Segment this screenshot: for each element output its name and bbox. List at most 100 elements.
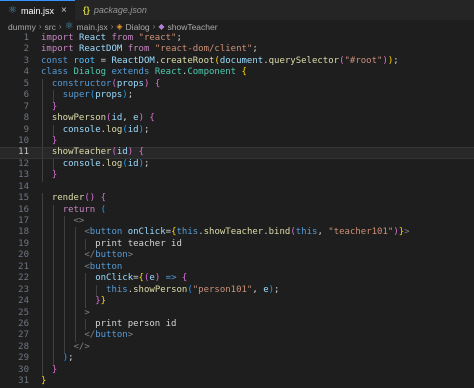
line-number: 6 [23, 90, 29, 101]
code-token: root [73, 55, 101, 66]
line-number: 17 [18, 216, 29, 226]
code-line[interactable]: 5 constructor(props) { [0, 78, 474, 91]
close-icon[interactable]: × [61, 5, 67, 16]
code-token: ) [143, 78, 155, 89]
code-text: showTeacher(id) { [41, 148, 144, 157]
line-number: 3 [23, 55, 29, 66]
code-line[interactable]: 3 const root = ReactDOM.createRoot(docume… [0, 56, 474, 67]
code-token: id [111, 113, 123, 124]
code-token: props [95, 90, 123, 101]
breadcrumb-item-class[interactable]: Dialog [126, 22, 150, 32]
code-token: constructor [51, 78, 112, 89]
code-line[interactable]: 4 class Dialog extends React.Component { [0, 67, 474, 78]
code-line[interactable]: 18 <button onClick={this.showTeacher.bin… [0, 227, 474, 239]
code-line[interactable]: 31} [0, 376, 474, 387]
line-number: 18 [18, 227, 29, 238]
code-token: ; [68, 353, 74, 364]
code-text: } [41, 365, 57, 376]
code-line[interactable]: 26 print person id [0, 318, 474, 331]
code-line[interactable]: 28 </> [0, 341, 474, 354]
code-line[interactable]: 30 } [0, 364, 474, 377]
line-number: 21 [18, 261, 29, 272]
code-line[interactable]: 29 ); [0, 353, 474, 365]
code-token: showPerson [51, 113, 107, 124]
code-token: ReactDOM [78, 44, 128, 55]
code-line[interactable]: 2 import ReactDOM from "react-dom/client"… [0, 44, 474, 55]
code-token: , [317, 227, 329, 238]
line-number: 20 [18, 250, 29, 261]
code-text: } [41, 376, 46, 387]
code-token: bind [268, 227, 291, 238]
code-line[interactable]: 21 <button [0, 261, 474, 274]
code-line[interactable]: 24 }} [0, 296, 474, 308]
code-line[interactable]: 8 showPerson(id, e) { [0, 113, 474, 125]
code-line[interactable]: 20 </button> [0, 250, 474, 262]
code-editor[interactable]: 1 import React from "react"; 2 import React… [0, 33, 474, 388]
code-token: print person id [41, 318, 177, 329]
breadcrumb-item-dummy[interactable]: dummy [8, 22, 36, 32]
tab-package-json[interactable]: {} package.json [75, 0, 155, 20]
line-number: 26 [18, 318, 29, 329]
tab-main-jsx[interactable]: ⚛ main.jsx × [0, 0, 75, 20]
code-token: ) [127, 147, 139, 158]
line-number: 13 [18, 170, 29, 181]
code-line[interactable]: 6 super(props); [0, 90, 474, 102]
breadcrumb-item-method[interactable]: showTeacher [167, 22, 217, 32]
code-line[interactable]: 19 print teacher id [0, 238, 474, 251]
code-token: } [100, 296, 107, 307]
code-line[interactable]: 14 [0, 182, 474, 193]
code-text: } [41, 136, 57, 147]
code-token: id [127, 158, 139, 169]
code-token: { [149, 113, 155, 124]
code-line[interactable]: 11 showTeacher(id) { [0, 147, 474, 159]
code-text: render() { [41, 193, 106, 204]
line-number: 23 [18, 284, 29, 295]
line-number: 15 [18, 193, 29, 204]
code-line[interactable]: 15 render() { [0, 193, 474, 205]
code-token: ; [144, 158, 150, 169]
line-number: 29 [18, 353, 29, 364]
code-token: { [100, 193, 107, 204]
code-line[interactable]: 17 <> [0, 216, 474, 228]
code-line[interactable]: 1 import React from "react"; [0, 33, 474, 44]
method-symbol-icon: ◆ [158, 22, 165, 31]
code-token: const [41, 55, 74, 66]
line-number: 10 [18, 135, 29, 146]
code-text: class Dialog extends React.Component { [41, 67, 247, 78]
code-line[interactable]: 16 return ( [0, 204, 474, 216]
code-text: </button> [41, 250, 133, 261]
line-number: 14 [18, 181, 29, 192]
code-token: } [51, 364, 58, 375]
code-line[interactable]: 7 } [0, 101, 474, 114]
breadcrumb-item-file[interactable]: main.jsx [77, 22, 108, 32]
code-text: print person id [41, 319, 176, 330]
code-text: > [41, 308, 89, 319]
code-token: id [116, 147, 128, 158]
breadcrumb-item-src[interactable]: src [45, 22, 56, 32]
code-text: } [41, 170, 57, 181]
code-line[interactable]: 10 } [0, 135, 474, 148]
code-line[interactable]: 12 console.log(id); [0, 158, 474, 171]
code-line[interactable]: 25 > [0, 307, 474, 319]
code-token: = [100, 55, 112, 66]
code-line[interactable]: 13 } [0, 170, 474, 182]
chevron-right-icon: › [110, 22, 114, 31]
code-token: ; [393, 55, 399, 66]
code-text: return ( [41, 205, 106, 216]
code-text: </> [41, 342, 90, 353]
code-line[interactable]: 27 </button> [0, 330, 474, 342]
code-token: > [127, 250, 134, 261]
code-line[interactable]: 9 console.log(id); [0, 124, 474, 136]
code-token: props [116, 78, 144, 89]
code-line[interactable]: 23 this.showPerson("person101", e); [0, 284, 474, 297]
code-token: log [106, 124, 123, 135]
code-token: extends [111, 67, 155, 78]
code-token: , [252, 284, 264, 295]
code-token: => [165, 273, 182, 284]
code-line[interactable]: 22 onClick={(e) => { [0, 273, 474, 285]
